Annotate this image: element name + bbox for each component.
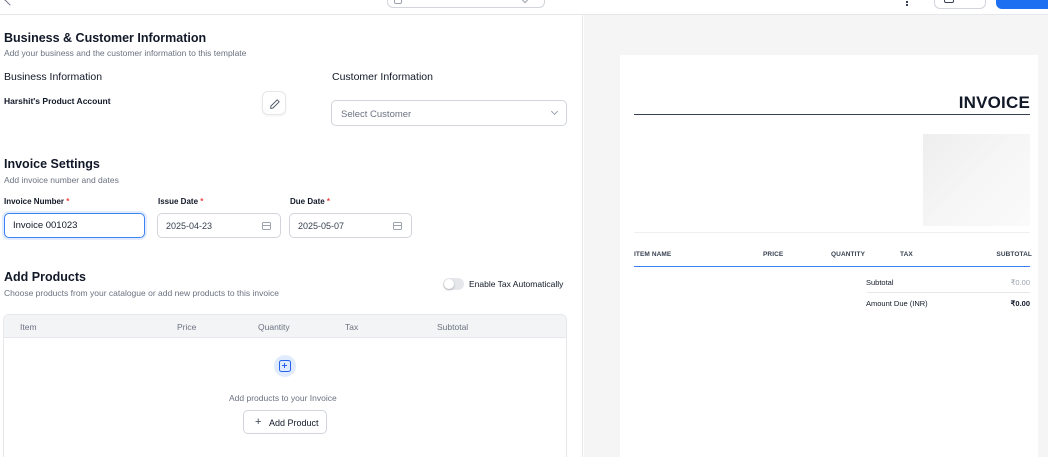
customer-select-placeholder: Select Customer: [341, 109, 412, 120]
issue-date-input[interactable]: 2025-04-23: [157, 213, 281, 238]
business-info-heading: Business Information: [4, 71, 103, 83]
primary-action-button[interactable]: [996, 0, 1048, 9]
business-customer-subtitle: Add your business and the customer infor…: [4, 48, 247, 58]
issue-date-label-text: Issue Date: [158, 197, 199, 206]
edit-business-button[interactable]: [262, 91, 286, 115]
back-chevron-icon[interactable]: [4, 0, 16, 6]
customer-select[interactable]: Select Customer: [331, 100, 567, 126]
add-products-title: Add Products: [4, 270, 86, 284]
top-bar: [0, 0, 1048, 15]
column-header-quantity: Quantity: [258, 322, 290, 332]
calendar-icon[interactable]: [393, 222, 402, 230]
save-icon: [944, 0, 954, 3]
invoice-settings-subtitle: Add invoice number and dates: [4, 175, 119, 185]
preview-header-rule: [634, 266, 1030, 267]
add-product-label: Add Product: [269, 418, 319, 428]
invoice-number-label: Invoice Number *: [4, 197, 69, 206]
issue-date-value: 2025-04-23: [166, 221, 213, 231]
issue-date-label: Issue Date *: [158, 197, 203, 206]
preview-column-subtotal: SUBTOTAL: [996, 251, 1032, 258]
chevron-down-icon: [550, 107, 559, 116]
invoice-number-value: Invoice 001023: [13, 220, 78, 231]
document-icon: [394, 0, 402, 4]
due-date-input[interactable]: 2025-05-07: [289, 213, 412, 238]
due-date-label: Due Date *: [290, 197, 330, 206]
required-mark: *: [326, 197, 331, 206]
products-table-header: Item Price Quantity Tax Subtotal: [4, 315, 566, 338]
empty-products-text: Add products to your Invoice: [229, 393, 337, 403]
required-mark: *: [66, 197, 70, 206]
calendar-icon[interactable]: [262, 222, 271, 230]
due-date-label-text: Due Date: [290, 197, 325, 206]
column-header-subtotal: Subtotal: [437, 322, 469, 332]
section-divider: [634, 232, 1030, 233]
invoice-number-label-text: Invoice Number: [4, 197, 65, 206]
tax-toggle-label: Enable Tax Automatically: [469, 279, 564, 289]
title-divider: [634, 114, 1030, 115]
column-header-item: Item: [20, 322, 37, 332]
business-name: Harshit's Product Account: [4, 96, 111, 106]
totals-divider: [867, 292, 1030, 293]
invoice-preview-paper: INVOICE ITEM NAME PRICE QUANTITY TAX SUB…: [620, 55, 1038, 457]
preview-amount-due-label: Amount Due (INR): [866, 299, 928, 308]
plus-icon: +: [255, 416, 262, 428]
products-table: Item Price Quantity Tax Subtotal: [3, 314, 567, 457]
preview-subtotal-label: Subtotal: [866, 278, 894, 287]
column-header-tax: Tax: [345, 322, 359, 332]
preview-column-item-name: ITEM NAME: [634, 251, 672, 258]
preview-amount-due-value: ₹0.00: [1010, 299, 1030, 308]
toggle-knob: [444, 279, 454, 289]
customer-info-heading: Customer Information: [332, 71, 433, 83]
more-options-icon[interactable]: [906, 0, 908, 6]
invoice-preview-panel: INVOICE ITEM NAME PRICE QUANTITY TAX SUB…: [584, 15, 1048, 457]
add-product-button[interactable]: + Add Product: [243, 410, 327, 434]
tax-toggle[interactable]: [443, 278, 464, 290]
invoice-settings-title: Invoice Settings: [4, 157, 100, 171]
secondary-action-button[interactable]: [934, 0, 986, 9]
add-products-subtitle: Choose products from your catalogue or a…: [4, 288, 279, 298]
preview-column-quantity: QUANTITY: [831, 251, 866, 258]
preview-column-price: PRICE: [763, 251, 784, 258]
column-header-price: Price: [177, 322, 197, 332]
required-mark: *: [200, 197, 204, 206]
plus-square-glyph: [279, 360, 291, 372]
preview-subtotal-value: ₹0.00: [1010, 278, 1030, 287]
business-customer-title: Business & Customer Information: [4, 31, 207, 45]
pencil-icon: [270, 99, 280, 109]
invoice-form-panel: Business & Customer Information Add your…: [0, 15, 583, 457]
invoice-title-field[interactable]: [387, 0, 545, 8]
logo-placeholder: [923, 134, 1030, 226]
due-date-value: 2025-05-07: [298, 221, 345, 231]
plus-square-icon: [274, 355, 296, 377]
chevron-down-icon: [520, 0, 530, 4]
invoice-number-input[interactable]: Invoice 001023: [4, 213, 145, 238]
invoice-preview-title: INVOICE: [958, 93, 1030, 112]
preview-column-tax: TAX: [900, 251, 913, 258]
